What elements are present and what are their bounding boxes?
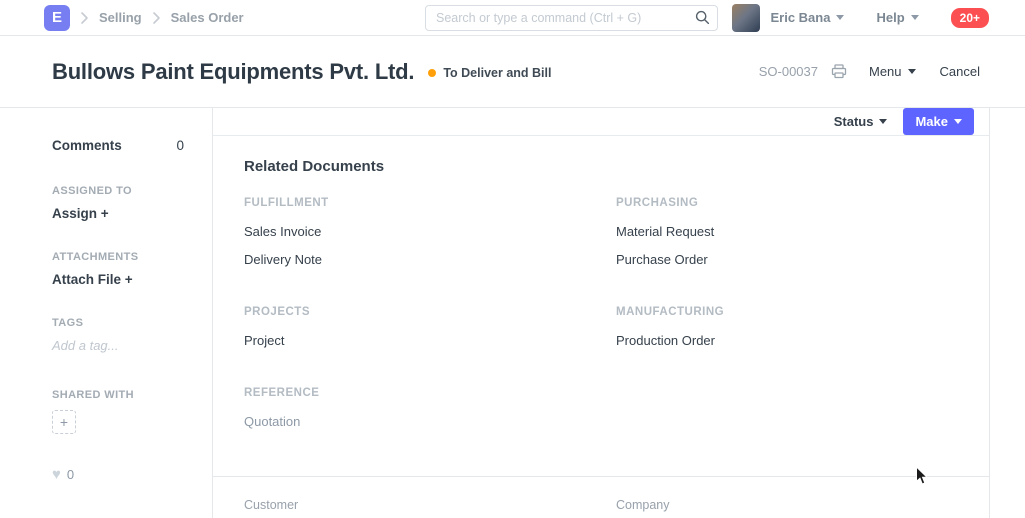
help-menu[interactable]: Help bbox=[876, 10, 918, 25]
projects-section: PROJECTS Project bbox=[244, 306, 616, 361]
user-menu[interactable]: Eric Bana bbox=[770, 10, 844, 25]
top-navbar: E Selling Sales Order Eric Bana Help 20+ bbox=[0, 0, 1025, 36]
menu-label: Menu bbox=[869, 64, 902, 79]
make-label: Make bbox=[915, 114, 948, 129]
notifications-badge[interactable]: 20+ bbox=[951, 8, 989, 28]
like-count: 0 bbox=[67, 467, 74, 482]
status-dot-icon bbox=[428, 69, 436, 77]
menu-dropdown[interactable]: Menu bbox=[869, 64, 916, 79]
fulfillment-label: FULFILLMENT bbox=[244, 197, 616, 209]
tags-section: TAGS Add a tag... bbox=[52, 317, 184, 353]
document-id: SO-00037 bbox=[759, 64, 818, 79]
add-tag-input[interactable]: Add a tag... bbox=[52, 338, 184, 353]
form-toolbar: Status Make bbox=[213, 108, 989, 136]
projects-label: PROJECTS bbox=[244, 306, 616, 318]
empty-cell bbox=[616, 387, 989, 468]
material-request-link[interactable]: Material Request bbox=[616, 224, 714, 239]
manufacturing-section: MANUFACTURING Production Order bbox=[616, 306, 989, 361]
share-add-button[interactable]: + bbox=[52, 410, 76, 434]
chevron-down-icon bbox=[908, 69, 916, 74]
app-logo[interactable]: E bbox=[44, 5, 70, 31]
make-dropdown-button[interactable]: Make bbox=[903, 108, 974, 135]
related-documents-title: Related Documents bbox=[244, 158, 989, 175]
shared-with-label: SHARED WITH bbox=[52, 389, 184, 401]
chevron-down-icon bbox=[911, 15, 919, 20]
purchasing-section: PURCHASING Material Request Purchase Ord… bbox=[616, 197, 989, 280]
page-header-actions: SO-00037 Menu Cancel bbox=[759, 64, 980, 79]
company-label: Company bbox=[616, 498, 989, 512]
reference-section: REFERENCE Quotation bbox=[244, 387, 616, 442]
tags-label: TAGS bbox=[52, 317, 184, 329]
comments-label: Comments bbox=[52, 138, 122, 153]
assign-button[interactable]: Assign + bbox=[52, 206, 184, 221]
chevron-down-icon bbox=[954, 119, 962, 124]
comments-count: 0 bbox=[176, 138, 184, 153]
delivery-note-link[interactable]: Delivery Note bbox=[244, 252, 322, 267]
user-avatar[interactable] bbox=[732, 4, 760, 32]
production-order-link[interactable]: Production Order bbox=[616, 333, 715, 348]
breadcrumb-sales-order[interactable]: Sales Order bbox=[171, 10, 244, 25]
global-search bbox=[425, 5, 718, 31]
page-header: Bullows Paint Equipments Pvt. Ltd. To De… bbox=[0, 36, 1025, 108]
print-icon[interactable] bbox=[831, 64, 847, 79]
chevron-down-icon bbox=[879, 119, 887, 124]
form-sidebar: Comments 0 ASSIGNED TO Assign + ATTACHME… bbox=[0, 108, 213, 518]
quotation-link[interactable]: Quotation bbox=[244, 414, 300, 429]
help-label: Help bbox=[876, 10, 904, 25]
form-main: Status Make Related Documents FULFILLMEN… bbox=[213, 108, 990, 518]
breadcrumb-chevron-icon bbox=[152, 11, 161, 25]
chevron-down-icon bbox=[836, 15, 844, 20]
status-label: Status bbox=[834, 114, 874, 129]
heart-icon[interactable]: ♥ bbox=[52, 466, 61, 483]
assigned-to-label: ASSIGNED TO bbox=[52, 185, 184, 197]
search-input[interactable] bbox=[425, 5, 718, 31]
attach-file-button[interactable]: Attach File + bbox=[52, 272, 184, 287]
form-fields-section: Customer Bullows Paint Equipments Pvt. L… bbox=[213, 476, 989, 518]
comments-link[interactable]: Comments 0 bbox=[52, 138, 184, 153]
page-title: Bullows Paint Equipments Pvt. Ltd. bbox=[52, 59, 414, 85]
purchase-order-link[interactable]: Purchase Order bbox=[616, 252, 708, 267]
purchasing-label: PURCHASING bbox=[616, 197, 989, 209]
attachments-section: ATTACHMENTS Attach File + bbox=[52, 251, 184, 287]
like-section: ♥ 0 bbox=[52, 466, 184, 483]
assigned-to-section: ASSIGNED TO Assign + bbox=[52, 185, 184, 221]
manufacturing-label: MANUFACTURING bbox=[616, 306, 989, 318]
sales-invoice-link[interactable]: Sales Invoice bbox=[244, 224, 321, 239]
attachments-label: ATTACHMENTS bbox=[52, 251, 184, 263]
status-indicator-label: To Deliver and Bill bbox=[443, 66, 551, 80]
company-field: Company Baba Services bbox=[616, 498, 989, 518]
project-link[interactable]: Project bbox=[244, 333, 284, 348]
related-documents-area: Related Documents FULFILLMENT Sales Invo… bbox=[213, 136, 989, 468]
customer-field: Customer Bullows Paint Equipments Pvt. L… bbox=[244, 498, 616, 518]
shared-with-section: SHARED WITH + bbox=[52, 389, 184, 434]
content-area: Comments 0 ASSIGNED TO Assign + ATTACHME… bbox=[0, 108, 1025, 518]
breadcrumb-selling[interactable]: Selling bbox=[99, 10, 142, 25]
user-name: Eric Bana bbox=[770, 10, 830, 25]
related-documents-grid: FULFILLMENT Sales Invoice Delivery Note … bbox=[244, 197, 989, 468]
fulfillment-section: FULFILLMENT Sales Invoice Delivery Note bbox=[244, 197, 616, 280]
navbar-right: Eric Bana Help 20+ bbox=[732, 4, 989, 32]
reference-label: REFERENCE bbox=[244, 387, 616, 399]
breadcrumb-chevron-icon bbox=[80, 11, 89, 25]
status-dropdown[interactable]: Status bbox=[834, 114, 888, 129]
fields-grid: Customer Bullows Paint Equipments Pvt. L… bbox=[244, 498, 989, 518]
search-icon[interactable] bbox=[695, 10, 710, 30]
cancel-button[interactable]: Cancel bbox=[940, 64, 980, 79]
customer-label: Customer bbox=[244, 498, 616, 512]
status-indicator: To Deliver and Bill bbox=[428, 66, 551, 80]
